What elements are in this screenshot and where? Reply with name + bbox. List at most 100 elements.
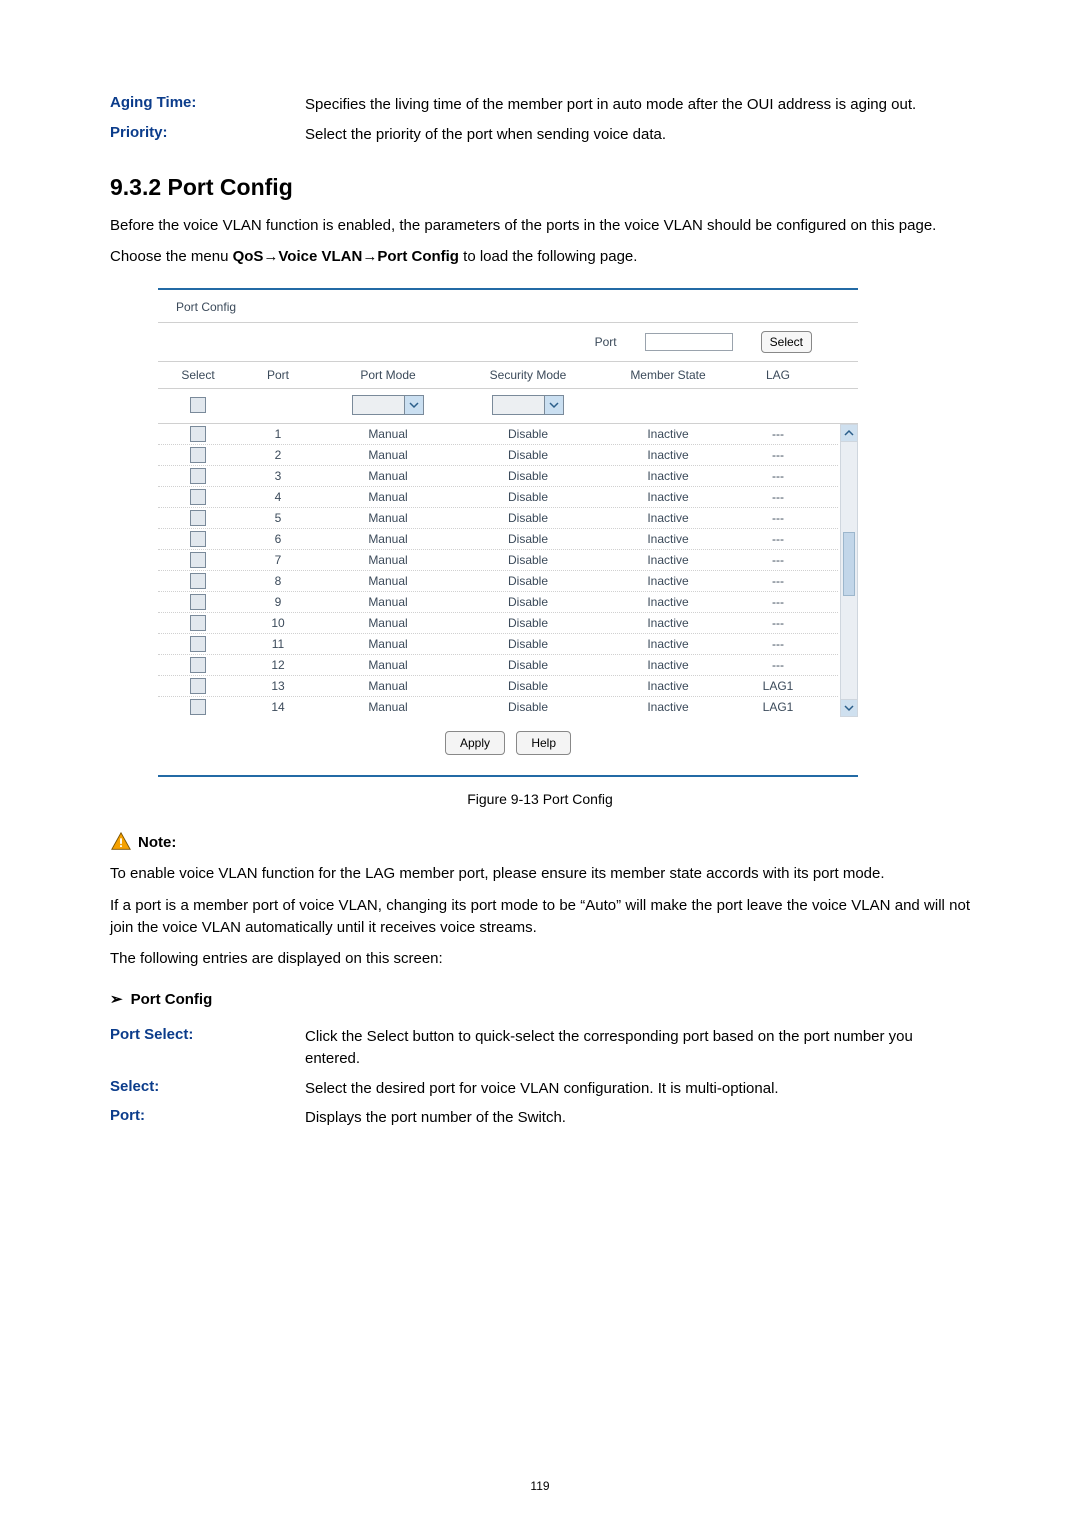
cell-lag: LAG1 [738,679,818,693]
definition-label: Port Select: [110,1022,305,1074]
cell-member-state: Inactive [598,427,738,441]
cell-security-mode: Disable [458,637,598,651]
table-row: 4ManualDisableInactive--- [158,487,838,508]
table-row: 2ManualDisableInactive--- [158,445,838,466]
cell-security-mode: Disable [458,490,598,504]
definition-value: Displays the port number of the Switch. [305,1103,970,1133]
cell-lag: --- [738,574,818,588]
cell-lag: --- [738,637,818,651]
row-checkbox[interactable] [190,489,206,505]
row-checkbox[interactable] [190,510,206,526]
cell-port: 9 [238,595,318,609]
port-config-panel: Port Config Port Select Select Port Port… [158,288,858,777]
menu-path: QoS→Voice VLAN→Port Config [233,248,459,265]
table-row: 14ManualDisableInactiveLAG1 [158,697,838,717]
apply-button[interactable]: Apply [445,731,505,755]
note-label: Note: [138,834,176,851]
cell-member-state: Inactive [598,469,738,483]
menu-post: to load the following page. [459,248,637,265]
cell-lag: --- [738,427,818,441]
cell-port-mode: Manual [318,469,458,483]
cell-port-mode: Manual [318,511,458,525]
button-row: Apply Help [158,717,858,761]
cell-member-state: Inactive [598,658,738,672]
cell-member-state: Inactive [598,637,738,651]
sub-heading: ➢Port Config [110,990,970,1008]
table-row: 1ManualDisableInactive--- [158,424,838,445]
scroll-thumb[interactable] [843,532,855,596]
row-checkbox[interactable] [190,531,206,547]
help-button[interactable]: Help [516,731,571,755]
scroll-down-icon[interactable] [841,699,857,716]
cell-lag: --- [738,511,818,525]
chevron-down-icon [544,396,563,414]
cell-security-mode: Disable [458,532,598,546]
table-header-row: Select Port Port Mode Security Mode Memb… [158,362,858,389]
cell-port-mode: Manual [318,427,458,441]
page-number: 119 [0,1479,1080,1493]
table-row: 11ManualDisableInactive--- [158,634,838,655]
col-port: Port [238,368,318,382]
cell-port: 10 [238,616,318,630]
cell-member-state: Inactive [598,700,738,714]
cell-lag: --- [738,532,818,546]
cell-port-mode: Manual [318,637,458,651]
definition-label: Aging Time: [110,90,305,120]
definition-value: Click the Select button to quick-select … [305,1022,970,1074]
row-checkbox[interactable] [190,594,206,610]
panel-title: Port Config [158,290,858,323]
table-scroll-area: 1ManualDisableInactive---2ManualDisableI… [158,424,858,717]
cell-port-mode: Manual [318,679,458,693]
scroll-up-icon[interactable] [841,425,857,442]
cell-member-state: Inactive [598,532,738,546]
definition-value: Select the priority of the port when sen… [305,120,970,150]
row-checkbox[interactable] [190,636,206,652]
col-member-state: Member State [598,368,738,382]
cell-security-mode: Disable [458,553,598,567]
cell-security-mode: Disable [458,679,598,693]
row-checkbox[interactable] [190,678,206,694]
port-mode-dropdown[interactable] [352,395,424,415]
port-filter-input[interactable] [645,333,733,351]
cell-port: 1 [238,427,318,441]
cell-member-state: Inactive [598,679,738,693]
cell-port: 3 [238,469,318,483]
vertical-scrollbar[interactable] [840,424,858,717]
cell-security-mode: Disable [458,469,598,483]
cell-lag: --- [738,616,818,630]
cell-port: 11 [238,637,318,651]
cell-port-mode: Manual [318,574,458,588]
cell-lag: --- [738,448,818,462]
section-heading: 9.3.2 Port Config [110,174,970,201]
note-heading: Note: [110,831,970,853]
table-row: 3ManualDisableInactive--- [158,466,838,487]
row-checkbox[interactable] [190,657,206,673]
table-row: 8ManualDisableInactive--- [158,571,838,592]
cell-port: 12 [238,658,318,672]
sub-heading-text: Port Config [131,991,213,1008]
cell-security-mode: Disable [458,427,598,441]
row-checkbox[interactable] [190,615,206,631]
row-checkbox[interactable] [190,699,206,715]
cell-port: 13 [238,679,318,693]
col-security-mode: Security Mode [458,368,598,382]
note-paragraph-1: To enable voice VLAN function for the LA… [110,863,970,885]
figure-caption: Figure 9-13 Port Config [110,791,970,807]
table-row: 7ManualDisableInactive--- [158,550,838,571]
definition-label: Port: [110,1103,305,1133]
row-checkbox[interactable] [190,552,206,568]
menu-path-paragraph: Choose the menu QoS→Voice VLAN→Port Conf… [110,246,970,268]
row-checkbox[interactable] [190,573,206,589]
security-mode-dropdown[interactable] [492,395,564,415]
definition-value: Specifies the living time of the member … [305,90,970,120]
table-control-row [158,389,858,424]
cell-lag: --- [738,469,818,483]
port-filter-row: Port Select [158,323,858,362]
cell-port-mode: Manual [318,448,458,462]
row-checkbox[interactable] [190,468,206,484]
select-all-checkbox[interactable] [190,397,206,413]
row-checkbox[interactable] [190,447,206,463]
select-button[interactable]: Select [761,331,812,353]
row-checkbox[interactable] [190,426,206,442]
scroll-track[interactable] [841,442,857,699]
